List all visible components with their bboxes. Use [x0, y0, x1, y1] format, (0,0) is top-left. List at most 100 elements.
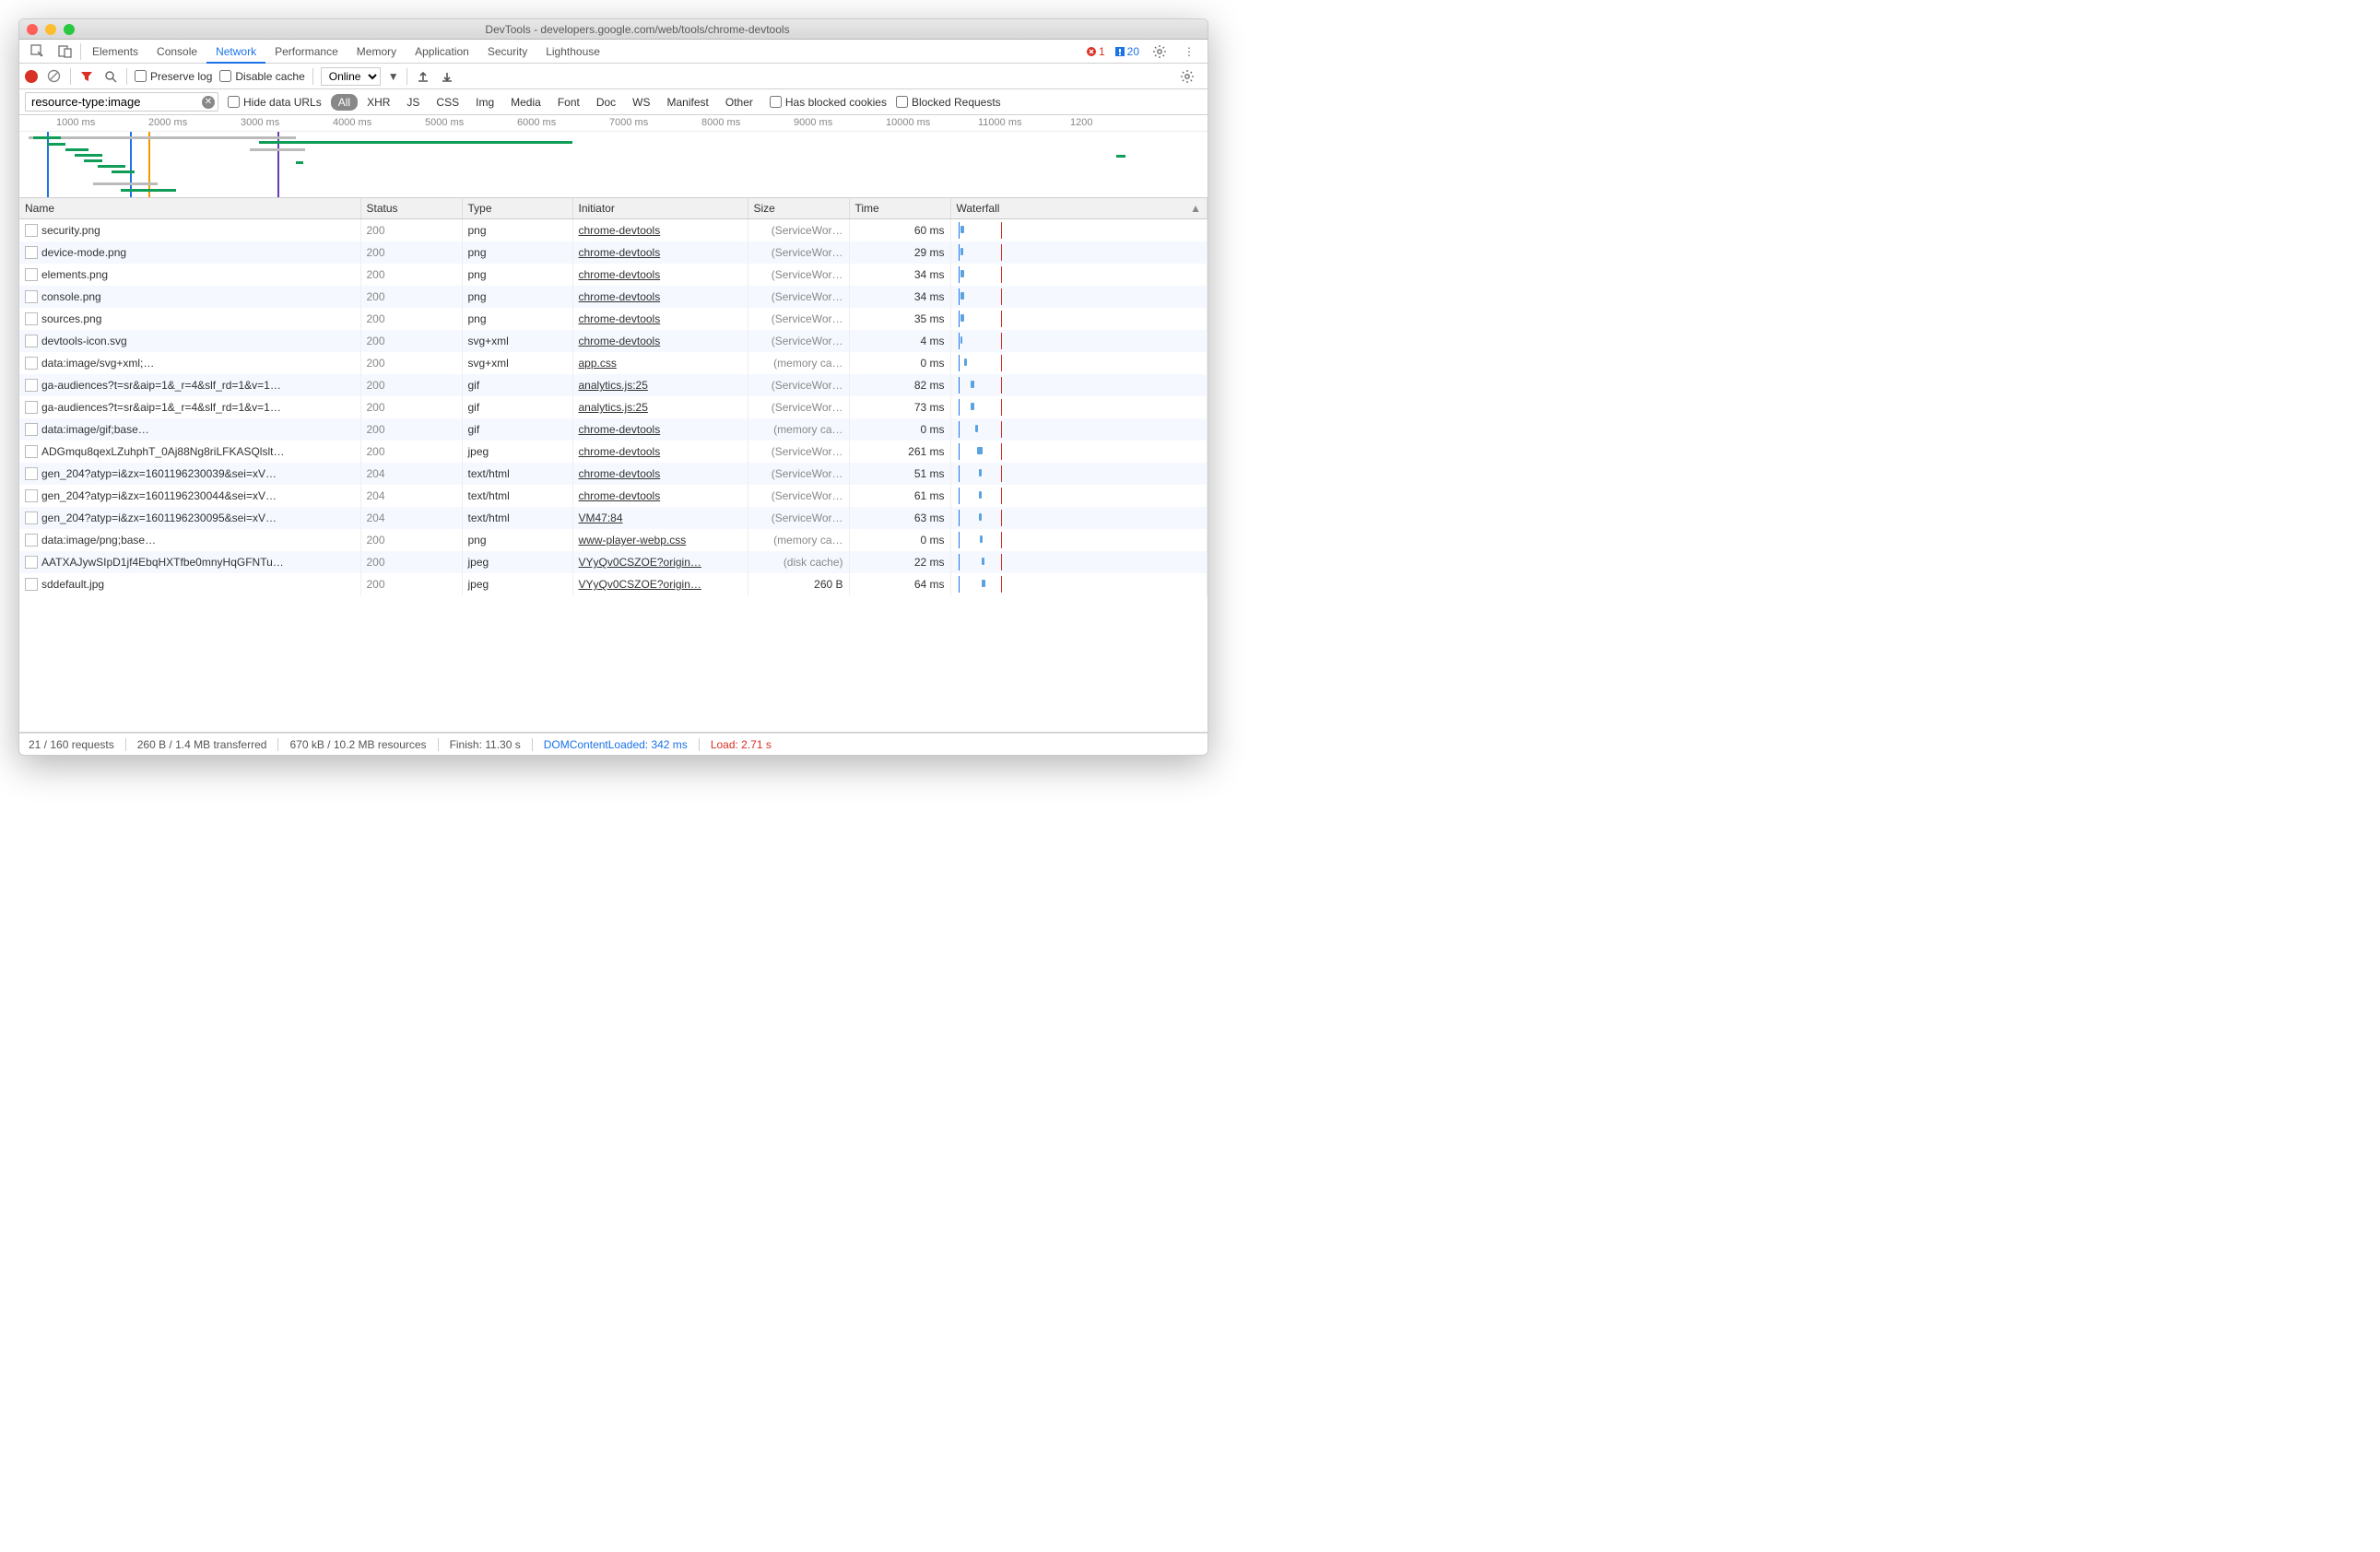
initiator-link[interactable]: chrome-devtools [579, 290, 661, 303]
filter-type-manifest[interactable]: Manifest [660, 94, 716, 111]
initiator-link[interactable]: chrome-devtools [579, 489, 661, 502]
cell-size: (memory ca… [748, 418, 849, 441]
clear-button[interactable] [45, 67, 63, 85]
table-row[interactable]: ga-audiences?t=sr&aip=1&_r=4&slf_rd=1&v=… [19, 396, 1208, 418]
initiator-link[interactable]: VM47:84 [579, 511, 623, 524]
initiator-link[interactable]: www-player-webp.css [579, 534, 687, 547]
cell-initiator: chrome-devtools [572, 308, 748, 330]
table-row[interactable]: data:image/png;base…200pngwww-player-web… [19, 529, 1208, 551]
more-icon[interactable]: ⋮ [1176, 45, 1202, 58]
initiator-link[interactable]: app.css [579, 357, 617, 370]
table-row[interactable]: ga-audiences?t=sr&aip=1&_r=4&slf_rd=1&v=… [19, 374, 1208, 396]
cell-waterfall [950, 352, 1208, 374]
initiator-link[interactable]: chrome-devtools [579, 268, 661, 281]
table-row[interactable]: ADGmqu8qexLZuhphT_0Aj88Ng8riLFKASQlslt…2… [19, 441, 1208, 463]
cell-status: 204 [360, 463, 462, 485]
column-initiator[interactable]: Initiator [572, 198, 748, 219]
tab-elements[interactable]: Elements [83, 41, 147, 62]
blocked-requests-checkbox[interactable]: Blocked Requests [896, 96, 1001, 109]
preserve-log-checkbox[interactable]: Preserve log [135, 70, 212, 83]
cell-status: 204 [360, 485, 462, 507]
filter-type-doc[interactable]: Doc [589, 94, 623, 111]
column-type[interactable]: Type [462, 198, 572, 219]
table-row[interactable]: security.png200pngchrome-devtools(Servic… [19, 219, 1208, 242]
network-settings-icon[interactable] [1172, 69, 1202, 84]
close-icon[interactable] [27, 24, 38, 35]
table-row[interactable]: sources.png200pngchrome-devtools(Service… [19, 308, 1208, 330]
cell-time: 0 ms [849, 529, 950, 551]
disable-cache-checkbox[interactable]: Disable cache [219, 70, 304, 83]
requests-table[interactable]: NameStatusTypeInitiatorSizeTimeWaterfall… [19, 198, 1208, 733]
cell-time: 64 ms [849, 573, 950, 595]
cell-size: (ServiceWor… [748, 286, 849, 308]
column-status[interactable]: Status [360, 198, 462, 219]
import-har-icon[interactable] [415, 68, 431, 85]
table-row[interactable]: gen_204?atyp=i&zx=1601196230095&sei=xV…2… [19, 507, 1208, 529]
table-row[interactable]: data:image/svg+xml;…200svg+xmlapp.css(me… [19, 352, 1208, 374]
filter-input[interactable] [25, 92, 218, 112]
cell-size: (ServiceWor… [748, 463, 849, 485]
table-row[interactable]: sddefault.jpg200jpegVYyQv0CSZOE?origin…2… [19, 573, 1208, 595]
filter-type-media[interactable]: Media [503, 94, 548, 111]
inspect-icon[interactable] [25, 41, 51, 63]
filter-type-other[interactable]: Other [718, 94, 760, 111]
error-count[interactable]: 1 [1082, 45, 1109, 58]
table-row[interactable]: console.png200pngchrome-devtools(Service… [19, 286, 1208, 308]
export-har-icon[interactable] [439, 68, 455, 85]
initiator-link[interactable]: VYyQv0CSZOE?origin… [579, 556, 701, 569]
throttle-dropdown-icon[interactable]: ▼ [388, 70, 399, 83]
table-row[interactable]: devtools-icon.svg200svg+xmlchrome-devtoo… [19, 330, 1208, 352]
timeline-overview[interactable]: 1000 ms2000 ms3000 ms4000 ms5000 ms6000 … [19, 115, 1208, 198]
cell-status: 200 [360, 573, 462, 595]
settings-icon[interactable] [1145, 44, 1174, 59]
initiator-link[interactable]: chrome-devtools [579, 335, 661, 347]
initiator-link[interactable]: chrome-devtools [579, 423, 661, 436]
device-toggle-icon[interactable] [53, 41, 78, 63]
initiator-link[interactable]: chrome-devtools [579, 467, 661, 480]
filter-type-font[interactable]: Font [550, 94, 587, 111]
tab-performance[interactable]: Performance [265, 41, 348, 62]
table-row[interactable]: device-mode.png200pngchrome-devtools(Ser… [19, 241, 1208, 264]
tab-network[interactable]: Network [206, 41, 265, 64]
throttling-select[interactable]: Online [321, 67, 381, 86]
cell-size: (ServiceWor… [748, 485, 849, 507]
zoom-icon[interactable] [64, 24, 75, 35]
cell-status: 200 [360, 352, 462, 374]
filter-icon[interactable] [78, 68, 95, 85]
cell-type: svg+xml [462, 330, 572, 352]
table-row[interactable]: AATXAJywSIpD1jf4EbqHXTfbe0mnyHqGFNTu…200… [19, 551, 1208, 573]
initiator-link[interactable]: chrome-devtools [579, 312, 661, 325]
column-time[interactable]: Time [849, 198, 950, 219]
hide-data-urls-checkbox[interactable]: Hide data URLs [228, 96, 322, 109]
initiator-link[interactable]: analytics.js:25 [579, 401, 648, 414]
filter-type-js[interactable]: JS [399, 94, 427, 111]
filter-type-xhr[interactable]: XHR [359, 94, 397, 111]
filter-type-img[interactable]: Img [468, 94, 501, 111]
search-icon[interactable] [102, 68, 119, 85]
filter-type-all[interactable]: All [331, 94, 358, 111]
filter-type-css[interactable]: CSS [429, 94, 466, 111]
tab-security[interactable]: Security [478, 41, 536, 62]
column-name[interactable]: Name [19, 198, 360, 219]
filter-type-ws[interactable]: WS [625, 94, 657, 111]
table-row[interactable]: gen_204?atyp=i&zx=1601196230044&sei=xV…2… [19, 485, 1208, 507]
minimize-icon[interactable] [45, 24, 56, 35]
tab-console[interactable]: Console [147, 41, 206, 62]
column-waterfall[interactable]: Waterfall▲ [950, 198, 1208, 219]
initiator-link[interactable]: chrome-devtools [579, 246, 661, 259]
has-blocked-cookies-checkbox[interactable]: Has blocked cookies [770, 96, 887, 109]
record-button[interactable] [25, 70, 38, 83]
initiator-link[interactable]: analytics.js:25 [579, 379, 648, 392]
tab-memory[interactable]: Memory [348, 41, 406, 62]
issues-count[interactable]: 20 [1111, 45, 1143, 58]
tab-application[interactable]: Application [406, 41, 478, 62]
table-row[interactable]: data:image/gif;base…200gifchrome-devtool… [19, 418, 1208, 441]
initiator-link[interactable]: chrome-devtools [579, 445, 661, 458]
initiator-link[interactable]: chrome-devtools [579, 224, 661, 237]
clear-filter-icon[interactable]: ✕ [202, 96, 215, 109]
column-size[interactable]: Size [748, 198, 849, 219]
table-row[interactable]: gen_204?atyp=i&zx=1601196230039&sei=xV…2… [19, 463, 1208, 485]
table-row[interactable]: elements.png200pngchrome-devtools(Servic… [19, 264, 1208, 286]
initiator-link[interactable]: VYyQv0CSZOE?origin… [579, 578, 701, 591]
tab-lighthouse[interactable]: Lighthouse [536, 41, 609, 62]
